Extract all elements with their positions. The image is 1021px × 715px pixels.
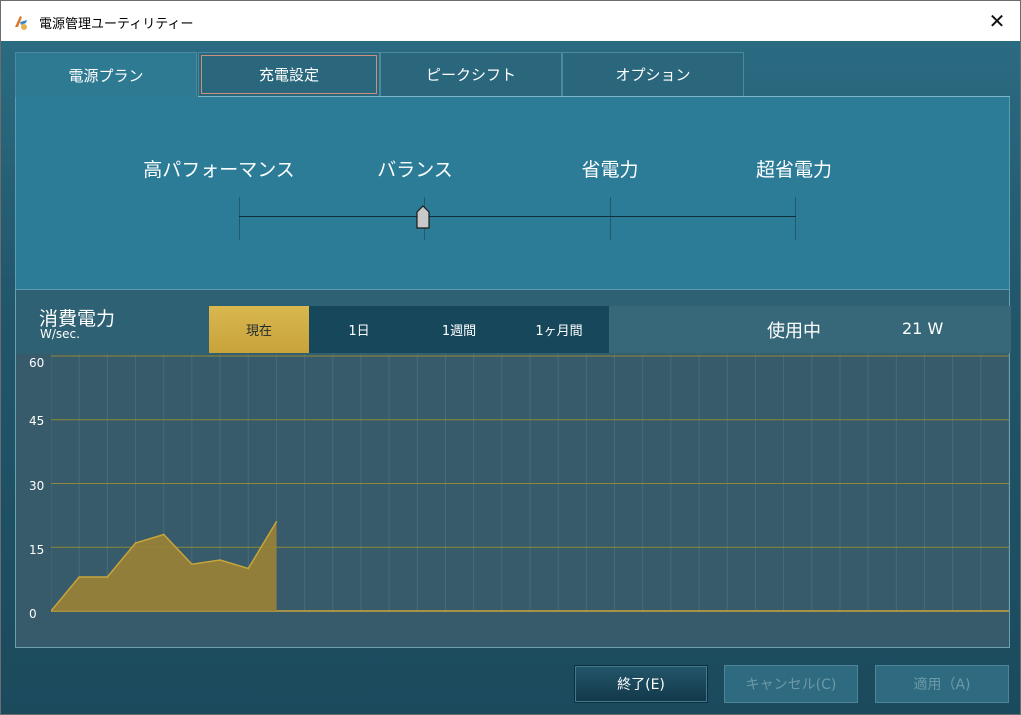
tab-peak-shift[interactable]: ピークシフト xyxy=(380,52,562,97)
plan-label-balance: バランス xyxy=(377,159,453,181)
slider-tick xyxy=(239,197,240,240)
y-tick-label: 0 xyxy=(29,607,37,621)
tab-charge-settings[interactable]: 充電設定 xyxy=(198,52,380,97)
power-unit-label: W/sec. xyxy=(40,327,80,341)
apply-button[interactable]: 適用（A) xyxy=(875,665,1009,703)
y-tick-label: 45 xyxy=(29,414,45,428)
app-icon xyxy=(15,16,27,30)
exit-button[interactable]: 終了(E) xyxy=(574,665,708,703)
period-tab-week[interactable]: 1週間 xyxy=(409,306,509,353)
power-management-window: 電源管理ユーティリティー ✕ 電源プラン 充電設定 ピークシフト オプション 高… xyxy=(0,0,1021,715)
usage-label: 使用中 xyxy=(767,321,821,342)
close-icon[interactable]: ✕ xyxy=(974,1,1020,41)
window-title: 電源管理ユーティリティー xyxy=(39,17,194,32)
power-data-point xyxy=(219,559,221,561)
chart-plot-area xyxy=(51,354,1009,616)
plan-label-high-performance: 高パフォーマンス xyxy=(143,159,295,181)
tab-power-plan[interactable]: 電源プラン xyxy=(15,52,197,98)
power-data-point xyxy=(162,533,165,536)
period-tab-current[interactable]: 現在 xyxy=(209,306,309,353)
cancel-button[interactable]: キャンセル(C) xyxy=(724,665,858,703)
period-tab-month[interactable]: 1ヶ月間 xyxy=(509,306,609,353)
y-tick-label: 15 xyxy=(29,543,45,557)
power-chart: 60 45 30 15 0 xyxy=(16,354,1009,647)
power-plan-panel: 高パフォーマンス バランス 省電力 超省電力 xyxy=(15,96,1010,290)
y-tick-label: 60 xyxy=(29,356,45,370)
usage-value: 21 W xyxy=(902,319,944,338)
power-data-point xyxy=(106,576,109,578)
usage-display: 使用中 21 W xyxy=(609,306,1011,353)
power-data-point xyxy=(247,567,250,570)
plan-slider-track[interactable] xyxy=(239,216,796,217)
power-data-point xyxy=(191,563,193,566)
slider-thumb-icon[interactable] xyxy=(416,205,430,229)
plan-label-power-saver: 省電力 xyxy=(581,159,639,181)
plan-label-ultra-saver: 超省電力 xyxy=(755,159,833,181)
y-tick-label: 30 xyxy=(29,479,45,493)
period-tab-day[interactable]: 1日 xyxy=(309,306,409,353)
client-area: 電源プラン 充電設定 ピークシフト オプション 高パフォーマンス バランス 省電… xyxy=(1,41,1020,714)
tab-options[interactable]: オプション xyxy=(562,52,744,97)
title-bar: 電源管理ユーティリティー ✕ xyxy=(1,1,1020,41)
power-data-point xyxy=(134,542,137,544)
slider-tick xyxy=(795,197,796,240)
power-data-point xyxy=(78,576,80,578)
power-data-point xyxy=(275,520,278,523)
slider-tick xyxy=(610,197,611,240)
power-consumption-section: 消費電力 W/sec. 現在 1日 1週間 1ヶ月間 使用中 21 W 60 4… xyxy=(15,290,1011,648)
